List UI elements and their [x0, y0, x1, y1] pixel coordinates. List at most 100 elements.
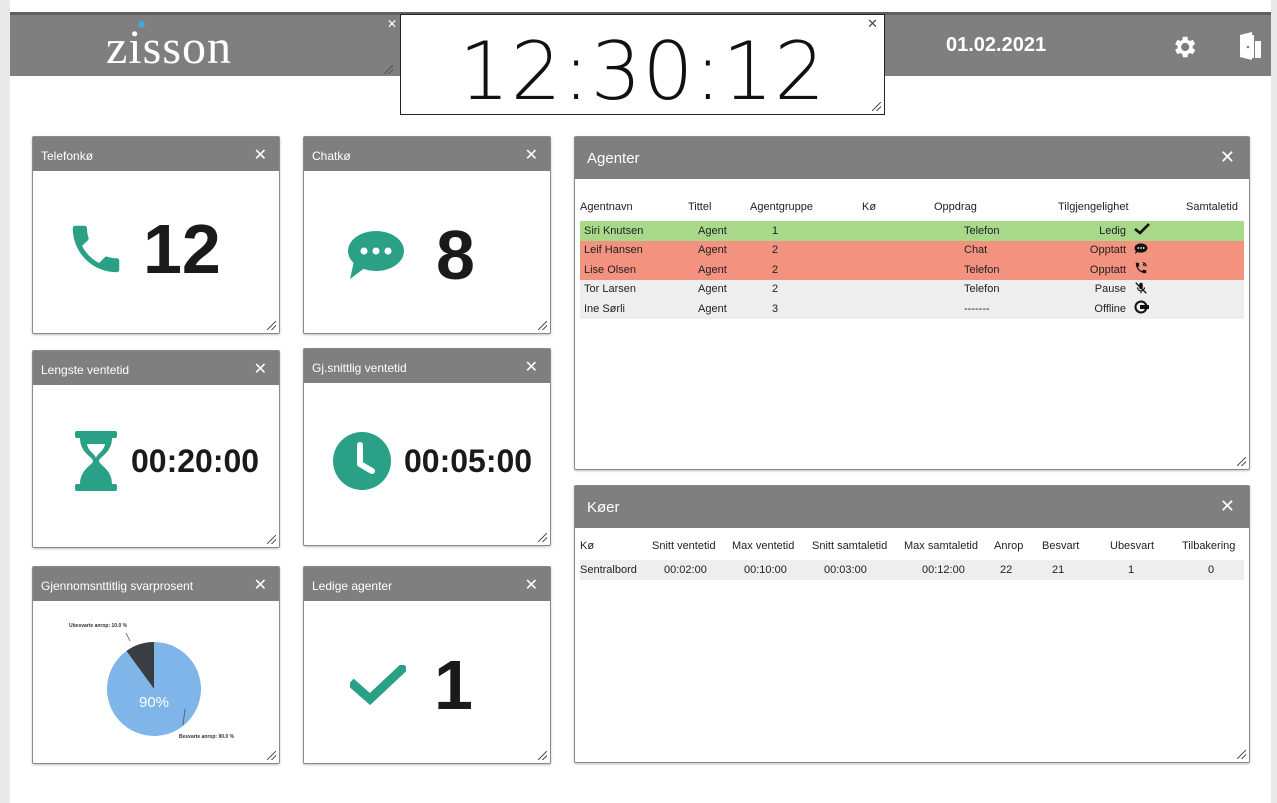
snitt-title: Gj.snittlig ventetid — [312, 361, 407, 375]
col-max-samtaletid[interactable]: Max samtaletid — [904, 532, 994, 560]
col-oppdrag[interactable]: Oppdrag — [934, 193, 1058, 221]
agent-status-label: Ledig — [1099, 224, 1126, 237]
resize-handle[interactable] — [267, 321, 276, 330]
agent-title-cell: Agent — [698, 283, 727, 296]
col-agentgruppe[interactable]: Agentgruppe — [750, 193, 862, 221]
col-snitt-ventetid[interactable]: Snitt ventetid — [652, 532, 732, 560]
agent-title-cell: Agent — [698, 302, 727, 315]
agent-samtaletid-cell — [1186, 221, 1244, 241]
agent-group-cell: 1 — [772, 224, 779, 237]
agent-title-cell: Agent — [698, 224, 727, 237]
snitt-value: 00:05:00 — [404, 442, 533, 479]
pie-center-label: 90% — [139, 694, 169, 711]
agent-status-cell: Opptatt — [1058, 241, 1186, 261]
agent-queue-cell — [862, 299, 934, 319]
agent-queue-cell — [862, 260, 934, 280]
agent-status-label: Pause — [1094, 283, 1126, 296]
agent-task-cell: Telefon — [964, 263, 1000, 276]
agenter-title: Agenter — [587, 150, 640, 167]
agent-samtaletid-cell — [1186, 241, 1244, 261]
agent-row[interactable]: Lise Olsen Agent 2 Telefon Opptatt — [580, 260, 1244, 280]
agent-queue-cell — [862, 280, 934, 300]
agent-queue-cell — [862, 221, 934, 241]
agent-name-cell: Leif Hansen — [584, 244, 643, 257]
chatko-title: Chatkø — [312, 149, 351, 163]
agent-row[interactable]: Tor Larsen Agent 2 Telefon Pause — [580, 279, 1244, 300]
koer-table-wrap: Kø Snitt ventetid Max ventetid Snitt sam… — [580, 532, 1244, 580]
ledige-agenter-panel: Ledige agenter ✕ 1 — [303, 566, 551, 764]
lengste-title: Lengste ventetid — [41, 363, 130, 377]
agent-name-cell: Siri Knutsen — [584, 224, 644, 237]
col-tilgjengelighet[interactable]: Tilgjengelighet — [1058, 193, 1186, 221]
close-icon[interactable]: ✕ — [1220, 496, 1235, 517]
clock-close-icon[interactable]: ✕ — [867, 16, 878, 32]
col-besvart[interactable]: Besvart — [1042, 532, 1110, 560]
ledige-header: Ledige agenter ✕ — [304, 567, 550, 601]
close-icon[interactable]: ✕ — [525, 145, 538, 165]
col-max-ventetid[interactable]: Max ventetid — [732, 532, 812, 560]
agent-task-cell: Chat — [964, 244, 988, 257]
agent-row[interactable]: Siri Knutsen Agent 1 Telefon Ledig — [580, 221, 1244, 241]
close-icon[interactable]: ✕ — [525, 357, 538, 377]
close-icon[interactable]: ✕ — [525, 575, 538, 595]
col-ubesvart[interactable]: Ubesvart — [1110, 532, 1182, 560]
col-samtaletid[interactable]: Samtaletid — [1186, 193, 1244, 221]
hourglass-icon — [75, 431, 117, 491]
col-agentnavn[interactable]: Agentnavn — [580, 193, 688, 221]
resize-handle[interactable] — [538, 321, 547, 330]
snitt-ventetid-panel: Gj.snittlig ventetid ✕ 00:05:00 — [303, 348, 551, 546]
logo-close-icon[interactable]: ✕ — [387, 17, 397, 31]
resize-handle[interactable] — [267, 535, 276, 544]
col-ko[interactable]: Kø — [580, 532, 652, 560]
resize-handle[interactable] — [267, 751, 276, 760]
col-tilbakering[interactable]: Tilbakering — [1182, 532, 1244, 560]
lengste-value: 00:20:00 — [131, 442, 260, 479]
phone-ringing-icon — [1134, 262, 1148, 278]
agenter-panel: Agenter ✕ Agentnavn Tittel Agentgruppe K… — [574, 136, 1250, 470]
ledige-value: 1 — [434, 646, 473, 724]
resize-handle[interactable] — [1237, 750, 1246, 759]
agenter-header-row: Agentnavn Tittel Agentgruppe Kø Oppdrag … — [580, 193, 1244, 221]
agent-task-cell: Telefon — [964, 224, 1000, 237]
logo-resize-handle[interactable] — [384, 65, 393, 74]
koer-panel: Køer ✕ Kø Snitt ventetid Max ventetid Sn… — [574, 485, 1250, 763]
close-icon[interactable]: ✕ — [254, 575, 267, 595]
resize-handle[interactable] — [538, 533, 547, 542]
queue-row[interactable]: Sentralbord 00:02:00 00:10:00 00:03:00 00:12… — [580, 560, 1244, 580]
agent-name-cell: Ine Sørli — [584, 302, 625, 315]
agent-samtaletid-cell — [1186, 299, 1244, 319]
agent-group-cell: 2 — [772, 283, 779, 296]
queue-besvart-cell: 21 — [1052, 563, 1065, 576]
agenter-table: Agentnavn Tittel Agentgruppe Kø Oppdrag … — [580, 193, 1244, 319]
logout-door-icon[interactable] — [1232, 31, 1266, 61]
agent-name-cell: Lise Olsen — [584, 263, 636, 276]
col-ko[interactable]: Kø — [862, 193, 934, 221]
telefonko-kpi: 12 — [65, 209, 221, 289]
chatko-header: Chatkø ✕ — [304, 137, 550, 171]
close-icon[interactable]: ✕ — [254, 145, 267, 165]
agent-group-cell: 3 — [772, 302, 779, 315]
col-anrop[interactable]: Anrop — [994, 532, 1042, 560]
agent-queue-cell — [862, 241, 934, 261]
logo: zisson — [106, 21, 232, 74]
agent-row[interactable]: Leif Hansen Agent 2 Chat Opptatt — [580, 240, 1244, 261]
agenter-header: Agenter ✕ — [575, 137, 1249, 179]
clock-widget: 12:30:12 ✕ — [400, 14, 885, 118]
col-snitt-samtaletid[interactable]: Snitt samtaletid — [812, 532, 904, 560]
agent-task-cell: Telefon — [964, 283, 1000, 296]
agent-group-cell: 2 — [772, 263, 779, 276]
agent-status-cell: Offline — [1058, 299, 1186, 319]
snitt-header: Gj.snittlig ventetid ✕ — [304, 349, 550, 383]
close-icon[interactable]: ✕ — [254, 359, 267, 379]
gear-icon[interactable] — [1170, 33, 1198, 61]
agent-row[interactable]: Ine Sørli Agent 3 ------- Offline — [580, 299, 1244, 319]
close-icon[interactable]: ✕ — [1220, 147, 1235, 168]
queue-ko-cell: Sentralbord — [580, 563, 637, 576]
col-tittel[interactable]: Tittel — [688, 193, 750, 221]
resize-handle[interactable] — [1237, 457, 1246, 466]
telefonko-title: Telefonkø — [41, 149, 94, 163]
resize-handle[interactable] — [538, 751, 547, 760]
koer-title: Køer — [587, 499, 620, 516]
clock-resize-handle[interactable] — [872, 102, 881, 111]
agent-task-cell: ------- — [964, 302, 990, 315]
